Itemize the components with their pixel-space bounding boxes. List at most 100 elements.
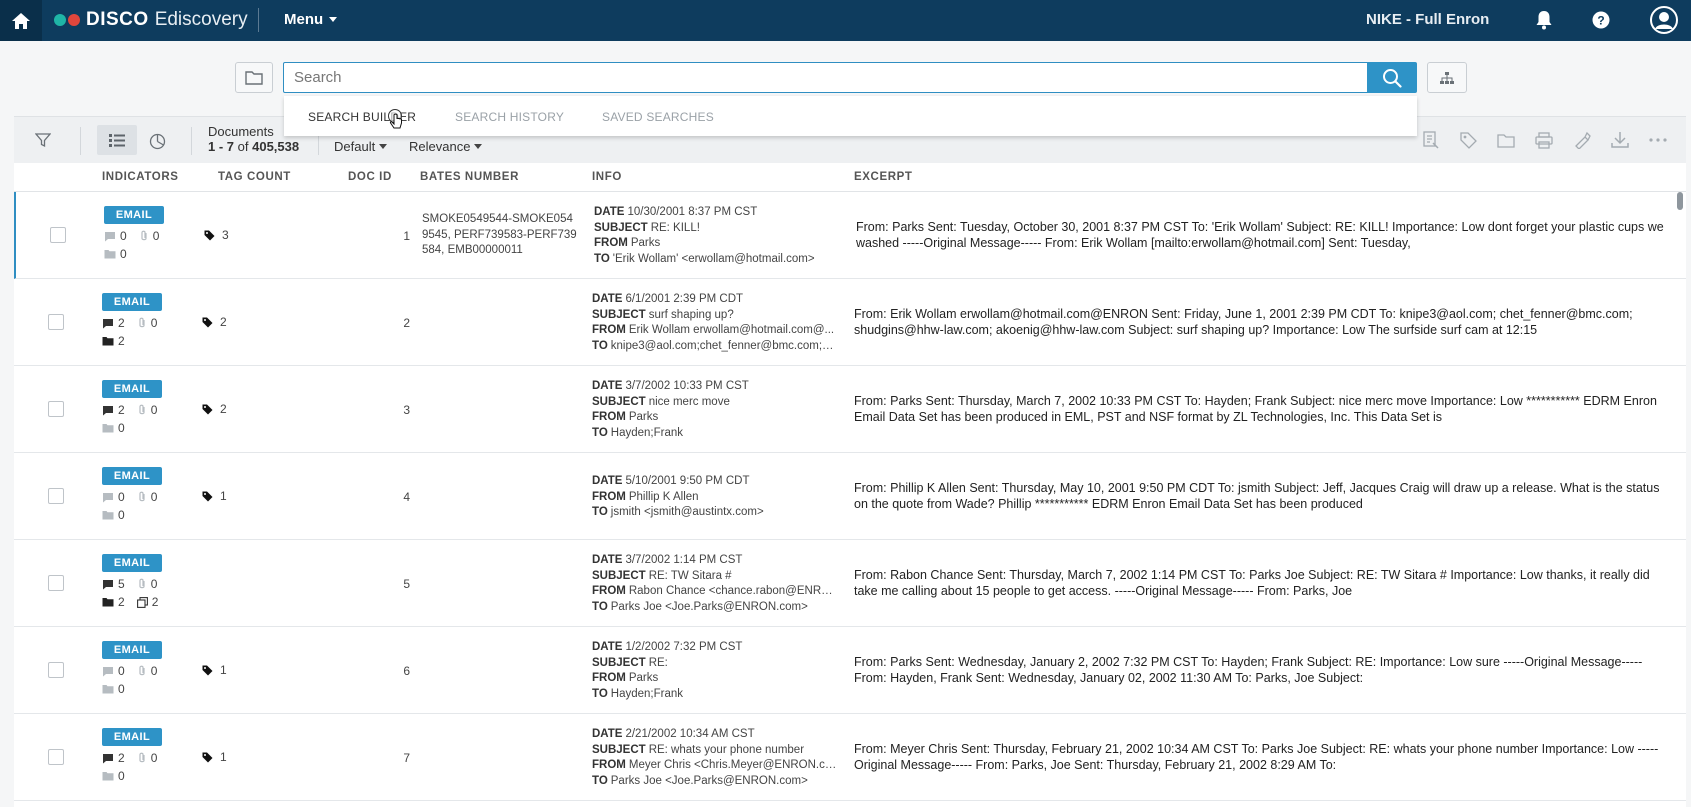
info-subject: SUBJECT RE: whats your phone number [592, 743, 837, 759]
bell-icon[interactable] [1532, 8, 1556, 32]
info-key: FROM [592, 672, 626, 684]
print-icon[interactable] [1533, 129, 1555, 151]
info-value: jsmith <jsmith@austintx.com> [610, 506, 764, 518]
column-header-excerpt[interactable]: EXCERPT [854, 171, 913, 183]
hierarchy-icon [1439, 71, 1455, 85]
info-value: Meyer Chris <Chris.Meyer@ENRON.co... [628, 759, 837, 771]
info-value: Erik Wollam erwollam@hotmail.com@... [628, 324, 835, 336]
table-row[interactable]: EMAIL 0 0 0 1 6 DATE 1/2/2002 7:32 PM CST SUBJEC… [14, 627, 1686, 714]
indicator-counts: 20 [102, 751, 165, 765]
tag-count-value: 2 [220, 402, 227, 416]
svg-text:?: ? [1597, 14, 1604, 28]
info-subject: SUBJECT RE: TW Sitara # [592, 569, 837, 585]
info-subject: SUBJECT surf shaping up? [592, 308, 837, 324]
more-options-icon[interactable] [1647, 129, 1669, 151]
folder-count: 0 [120, 247, 127, 261]
row-select-checkbox[interactable] [48, 401, 64, 417]
tag-count: 3 [204, 228, 229, 242]
view-select[interactable]: Default [334, 139, 388, 154]
row-select-checkbox[interactable] [48, 488, 64, 504]
row-select-checkbox[interactable] [48, 749, 64, 765]
info-key: DATE [592, 728, 623, 740]
hierarchy-button[interactable] [1427, 62, 1467, 93]
folder-count: 0 [118, 769, 125, 783]
table-row[interactable]: EMAIL 0 0 0 1 4 DATE 5/10/2001 9:50 PM CDT FROM P… [14, 453, 1686, 540]
row-select-checkbox[interactable] [48, 662, 64, 678]
column-header-indicators[interactable]: INDICATORS [102, 171, 179, 183]
indicator-counts: 50 [102, 577, 165, 591]
tag-icon[interactable] [1457, 129, 1479, 151]
tag-count-value: 1 [220, 489, 227, 503]
indicator-counts: 00 [102, 664, 165, 678]
vertical-scrollbar[interactable] [1677, 192, 1683, 210]
attachment-count: 0 [150, 664, 158, 678]
column-header-bates-number[interactable]: BATES NUMBER [420, 171, 519, 183]
folder-icon[interactable] [1495, 129, 1517, 151]
table-row[interactable]: EMAIL 2 0 0 2 3 DATE 3/7/2002 10:33 PM CST SUBJE… [14, 366, 1686, 453]
app-logo[interactable]: DISCO Ediscovery [54, 9, 248, 31]
column-header-info[interactable]: INFO [592, 171, 622, 183]
redact-icon[interactable] [1571, 129, 1593, 151]
tag-count: 2 [202, 402, 227, 416]
info-key: DATE [592, 554, 623, 566]
tag-icon [202, 491, 213, 502]
table-row[interactable]: EMAIL 2 0 0 1 7 DATE 2/21/2002 10:34 AM CST SUBJ… [14, 714, 1686, 801]
info-value: 6/1/2001 2:39 PM CDT [625, 293, 744, 305]
doc-info: DATE 3/7/2002 1:14 PM CST SUBJECT RE: TW Si… [592, 553, 837, 615]
tag-icon [202, 404, 213, 415]
home-button[interactable] [0, 0, 42, 41]
table-row[interactable]: EMAIL 2 0 2 2 2 DATE 6/1/2001 2:39 PM CDT SUBJEC… [14, 279, 1686, 366]
doc-id: 3 [403, 403, 410, 417]
excerpt-text: From: Phillip K Allen Sent: Thursday, Ma… [854, 481, 1660, 511]
review-batch-icon[interactable] [1420, 129, 1442, 151]
table-row[interactable]: EMAIL 5 0 2 2 5 DATE 3/7/2002 1:14 PM CST SUBJEC… [14, 540, 1686, 627]
tab-search-history[interactable]: SEARCH HISTORY [455, 110, 564, 124]
hand-cursor-icon [388, 109, 404, 131]
excerpt-text: From: Parks Sent: Thursday, March 7, 200… [854, 394, 1657, 424]
attachment-count: 0 [150, 316, 158, 330]
pie-chart-view-icon[interactable] [145, 129, 169, 153]
info-subject: SUBJECT RE: [592, 656, 837, 672]
product-name: Ediscovery [154, 9, 248, 30]
chevron-down-icon [329, 17, 338, 22]
column-header-doc-id[interactable]: DOC ID [348, 171, 392, 183]
info-to: TO jsmith <jsmith@austintx.com> [592, 505, 837, 521]
row-select-checkbox[interactable] [48, 314, 64, 330]
row-select-checkbox[interactable] [48, 575, 64, 591]
table-row[interactable]: EMAIL 0 0 0 3 1 SMOKE0549544-SMOKE0549545, PER… [14, 192, 1686, 279]
document-list: EMAIL 0 0 0 3 1 SMOKE0549544-SMOKE0549545, PER… [14, 192, 1686, 807]
excerpt-text: From: Erik Wollam erwollam@hotmail.com@E… [854, 307, 1633, 337]
main-menu-button[interactable]: Menu [284, 11, 338, 28]
info-value: Parks [630, 237, 661, 249]
folder-count: 2 [118, 595, 125, 609]
logo-dot-teal [54, 14, 66, 26]
list-view-icon [108, 133, 126, 148]
brand-name: DISCO [86, 9, 149, 30]
workspace-name[interactable]: NIKE - Full Enron [1366, 11, 1489, 28]
tag-count: 1 [202, 489, 227, 503]
folder-browse-button[interactable] [235, 62, 273, 93]
paperclip-icon [137, 404, 147, 416]
filter-icon[interactable] [32, 129, 54, 151]
search-button[interactable] [1367, 62, 1417, 93]
download-icon[interactable] [1609, 129, 1631, 151]
info-date: DATE 1/2/2002 7:32 PM CST [592, 640, 837, 656]
row-select-checkbox[interactable] [50, 227, 66, 243]
help-icon[interactable]: ? [1589, 8, 1613, 32]
doc-info: DATE 5/10/2001 9:50 PM CDT FROM Phillip K A… [592, 474, 837, 521]
search-input[interactable] [283, 62, 1368, 93]
note-icon [102, 318, 114, 329]
note-icon [102, 666, 114, 677]
list-view-button[interactable] [97, 125, 137, 155]
note-count: 5 [118, 577, 125, 591]
info-value: RE: [648, 656, 668, 669]
tab-saved-searches[interactable]: SAVED SEARCHES [602, 110, 714, 124]
column-header-tag-count[interactable]: TAG COUNT [218, 171, 291, 183]
info-date: DATE 5/10/2001 9:50 PM CDT [592, 474, 837, 490]
paperclip-icon [137, 665, 147, 677]
document-count: 1 - 7 of 405,538 [208, 139, 299, 154]
tag-count-value: 1 [220, 750, 227, 764]
user-avatar-icon[interactable] [1650, 6, 1678, 34]
folder-icon [102, 336, 114, 346]
sort-select[interactable]: Relevance [409, 139, 483, 154]
